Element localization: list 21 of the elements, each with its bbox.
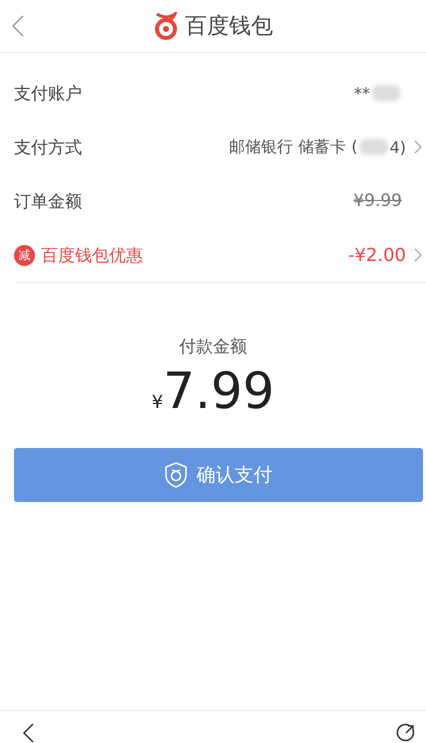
row-value: 邮储银行 储蓄卡 ( bbox=[229, 136, 358, 158]
currency-symbol: ¥ bbox=[152, 392, 164, 413]
row-value: ** bbox=[354, 84, 370, 102]
logo-icon bbox=[153, 12, 179, 40]
payment-label: 付款金额 bbox=[179, 336, 247, 358]
chevron-icon[interactable] bbox=[414, 248, 422, 262]
row-label: 百度钱包优惠 bbox=[41, 244, 143, 266]
row-label: 订单金额 bbox=[14, 190, 82, 212]
row-value: -¥2.00 bbox=[348, 244, 406, 266]
row-value: 4) bbox=[390, 138, 406, 156]
row-value: ¥9.99 bbox=[353, 191, 402, 211]
payment-amount: 7.99 bbox=[163, 362, 274, 420]
row-label: 支付账户 bbox=[14, 82, 82, 104]
share-icon[interactable] bbox=[396, 723, 416, 743]
shield-icon bbox=[164, 462, 186, 488]
discount-badge: 减 bbox=[14, 244, 35, 266]
header-title: 百度钱包 bbox=[185, 13, 273, 41]
row-label: 支付方式 bbox=[14, 136, 82, 158]
back-icon[interactable] bbox=[22, 723, 34, 743]
confirm-button[interactable]: 确认支付 bbox=[14, 448, 423, 502]
chevron-icon[interactable] bbox=[414, 140, 422, 154]
